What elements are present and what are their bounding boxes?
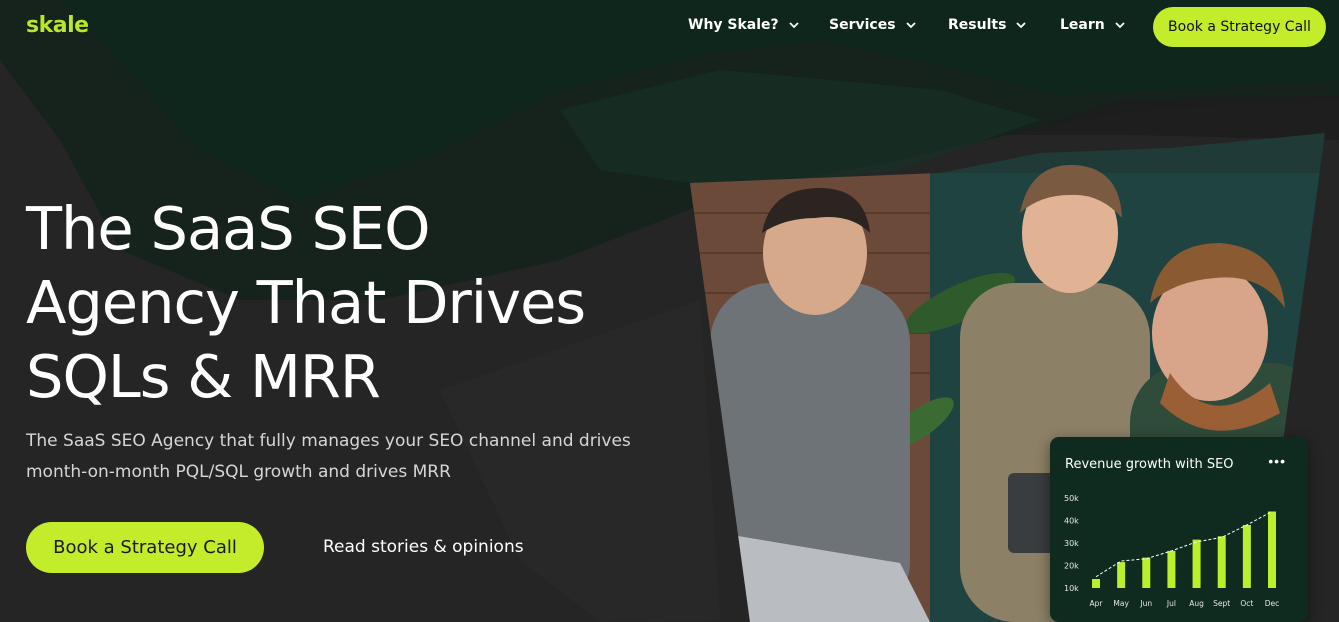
hero-subtitle-line: month-on-month PQL/SQL growth and drives… [26, 462, 451, 482]
chart-bar [1268, 511, 1276, 588]
chart-bar [1167, 550, 1176, 588]
hero-subtitle: The SaaS SEO Agency that fully manages y… [26, 426, 646, 488]
y-tick-label: 10k [1064, 584, 1079, 593]
x-tick-label: May [1113, 599, 1129, 608]
nav-label: Results [948, 17, 1007, 33]
y-tick-label: 30k [1064, 539, 1079, 548]
book-strategy-call-button[interactable]: Book a Strategy Call [26, 522, 264, 573]
chevron-down-icon [1115, 22, 1125, 29]
hero-title: The SaaS SEO Agency That Drives SQLs & M… [26, 192, 666, 414]
read-stories-link[interactable]: Read stories & opinions [323, 537, 524, 557]
revenue-bar-chart: 50k 40k 30k 20k 10k Apr May Jun Jul Aug Sept Oct Dec [1064, 494, 1280, 608]
nav-item-results[interactable]: Results [948, 17, 1027, 33]
nav-item-learn[interactable]: Learn [1060, 17, 1126, 33]
chart-bar [1242, 525, 1251, 588]
chart-bar [1117, 562, 1126, 588]
nav-item-why-skale[interactable]: Why Skale? [688, 17, 800, 33]
chevron-down-icon [789, 22, 799, 29]
chart-bar [1192, 539, 1201, 588]
chevron-down-icon [1016, 22, 1027, 29]
nav-label: Services [829, 17, 896, 33]
x-tick-label: Dec [1265, 599, 1280, 608]
x-tick-label: Aug [1189, 599, 1204, 608]
nav-label: Learn [1060, 17, 1105, 33]
x-tick-label: Jun [1139, 599, 1152, 608]
y-tick-label: 50k [1064, 494, 1079, 503]
main-nav: Why Skale? Services Results Learn [0, 17, 1339, 39]
hero-subtitle-line: The SaaS SEO Agency that fully manages y… [26, 431, 631, 451]
x-tick-label: Sept [1213, 599, 1230, 608]
book-strategy-call-button-header[interactable]: Book a Strategy Call [1153, 7, 1326, 47]
x-tick-label: Jul [1166, 599, 1176, 608]
x-tick-label: Oct [1240, 599, 1253, 608]
chevron-down-icon [905, 22, 916, 29]
y-tick-label: 40k [1064, 517, 1079, 526]
chart-bar [1142, 557, 1151, 588]
hero-title-line: SQLs & MRR [26, 342, 381, 411]
nav-label: Why Skale? [688, 17, 779, 33]
chart-bar [1217, 536, 1226, 588]
nav-item-services[interactable]: Services [829, 17, 917, 33]
x-tick-label: Apr [1090, 599, 1104, 608]
hero-title-line: The SaaS SEO [26, 194, 431, 263]
hero-title-line: Agency That Drives [26, 268, 586, 337]
revenue-chart-card: Revenue growth with SEO ••• 50k 40k 30k 20k… [1050, 437, 1308, 622]
chart-bar [1092, 579, 1100, 588]
y-tick-label: 20k [1064, 562, 1079, 571]
